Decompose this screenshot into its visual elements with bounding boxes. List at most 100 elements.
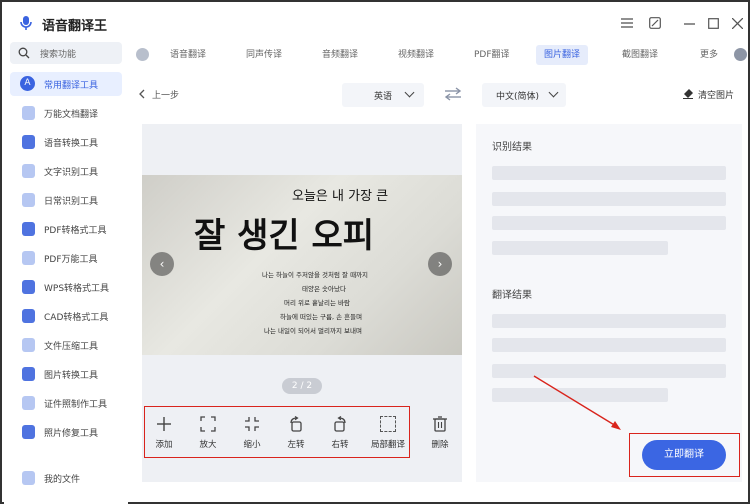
crop-select-icon	[380, 416, 396, 432]
minimize-icon[interactable]	[682, 16, 696, 30]
sidebar-item-my-files[interactable]: 我的文件	[10, 466, 122, 490]
tool-label: 局部翻译	[371, 440, 406, 450]
partial-translate-button[interactable]: 局部翻译	[371, 416, 405, 450]
sidebar: 搜索功能 A 常用翻译工具 万能文档翻译 语音转换工具 文字识别工具 日常识别工…	[4, 40, 128, 504]
source-language-select[interactable]: 英语	[342, 83, 424, 107]
page-indicator: 2 / 2	[282, 378, 322, 394]
handwriting-small-line: 나는 내일이 되어서 멀리까지 보내며	[264, 326, 362, 335]
sidebar-item-voice-conversion[interactable]: 语音转换工具	[10, 130, 122, 154]
sidebar-item-pdf-tools[interactable]: PDF万能工具	[10, 246, 122, 270]
pin-icon[interactable]	[648, 16, 662, 30]
translation-result-title: 翻译结果	[492, 290, 532, 301]
sidebar-item-pdf-convert[interactable]: PDF转格式工具	[10, 217, 122, 241]
previous-image-button[interactable]: ‹	[150, 252, 174, 276]
pdf-icon	[22, 222, 35, 236]
sidebar-item-label: 常用翻译工具	[44, 81, 99, 91]
id-photo-icon	[22, 396, 35, 410]
rotate-right-icon	[334, 416, 346, 432]
sidebar-item-photo-repair[interactable]: 照片修复工具	[10, 420, 122, 444]
tab-video-translation[interactable]: 视频翻译	[390, 45, 442, 65]
translate-now-button[interactable]: 立即翻译	[642, 440, 726, 470]
sidebar-item-label: 语音转换工具	[44, 139, 99, 149]
sidebar-item-label: 证件照制作工具	[44, 400, 108, 410]
placeholder-line	[492, 192, 726, 206]
sidebar-item-label: 万能文档翻译	[44, 110, 99, 120]
tool-label: 放大	[199, 440, 217, 450]
sidebar-item-image-convert[interactable]: 图片转换工具	[10, 362, 122, 386]
sidebar-item-wps-convert[interactable]: WPS转格式工具	[10, 275, 122, 299]
swap-icon[interactable]	[444, 87, 462, 101]
sidebar-item-daily-recognition[interactable]: 日常识别工具	[10, 188, 122, 212]
search-box[interactable]: 搜索功能	[10, 42, 122, 64]
target-language-select[interactable]: 中文(简体)	[482, 83, 566, 107]
chevron-down-icon	[404, 87, 415, 98]
tab-simultaneous[interactable]: 同声传译	[238, 45, 290, 65]
tool-label: 左转	[287, 440, 305, 450]
tab-scroll-left-icon[interactable]	[136, 48, 149, 61]
tab-image-translation[interactable]: 图片翻译	[536, 45, 589, 65]
plus-icon	[157, 417, 171, 431]
sidebar-item-cad-convert[interactable]: CAD转格式工具	[10, 304, 122, 328]
handwriting-small-line: 나는 하늘이 주저않을 것처럼 잘 때까지	[262, 270, 368, 279]
tab-audio-translation[interactable]: 音频翻译	[314, 45, 366, 65]
rotate-left-icon	[290, 416, 302, 432]
result-panel: 识别结果 翻译结果	[476, 124, 742, 482]
handwriting-line-2: 잘 생긴 오피	[194, 216, 374, 256]
chevron-down-icon	[548, 87, 559, 98]
text-scan-icon	[22, 164, 35, 178]
handwriting-line-1: 오늘은 내 가장 큰	[292, 189, 388, 204]
sidebar-item-text-recognition[interactable]: 文字识别工具	[10, 159, 122, 183]
tab-pdf-translation[interactable]: PDF翻译	[466, 45, 518, 65]
tab-voice-translation[interactable]: 语音翻译	[162, 45, 214, 65]
compress-icon	[22, 338, 35, 352]
sidebar-item-common-translation[interactable]: A 常用翻译工具	[10, 72, 122, 96]
folder-icon	[22, 471, 35, 485]
microphone-icon	[20, 16, 32, 30]
voice-icon	[22, 135, 35, 149]
document-icon	[22, 106, 35, 120]
menu-icon[interactable]	[620, 16, 634, 30]
delete-button[interactable]: 删除	[423, 416, 457, 450]
cad-icon	[22, 309, 35, 323]
placeholder-line	[492, 388, 668, 402]
sidebar-item-label: 我的文件	[44, 475, 81, 485]
sidebar-item-label: PDF转格式工具	[44, 226, 107, 236]
handwriting-small-line: 태양은 솟아났다	[302, 284, 346, 293]
target-language-value: 中文(简体)	[496, 92, 540, 102]
tab-more[interactable]: 更多	[700, 45, 718, 65]
source-language-value: 英语	[374, 92, 393, 102]
search-icon	[18, 47, 30, 59]
sidebar-item-id-photo[interactable]: 证件照制作工具	[10, 391, 122, 415]
translate-icon: A	[20, 76, 35, 91]
placeholder-line	[492, 364, 726, 378]
back-arrow-icon[interactable]	[138, 89, 146, 99]
recognition-result-title: 识别结果	[492, 142, 532, 153]
tab-bar: 语音翻译 同声传译 音频翻译 视频翻译 PDF翻译 图片翻译 截图翻译 更多	[132, 44, 748, 66]
zoom-out-button[interactable]: 缩小	[235, 416, 269, 450]
tool-label: 右转	[331, 440, 349, 450]
scan-icon	[22, 193, 35, 207]
sidebar-item-label: 日常识别工具	[44, 197, 99, 207]
maximize-icon[interactable]	[706, 16, 720, 30]
zoom-in-button[interactable]: 放大	[191, 416, 225, 450]
tab-screenshot-translation[interactable]: 截图翻译	[614, 45, 666, 65]
back-link[interactable]: 上一步	[152, 88, 179, 101]
handwriting-image: 오늘은 내 가장 큰 잘 생긴 오피 나는 하늘이 주저않을 것처럼 잘 때까지…	[194, 189, 388, 335]
next-image-button[interactable]: ›	[428, 252, 452, 276]
app-window: 语音翻译王 搜索功能 A 常用翻译工具 万能文档翻译 语音转换工具 文字识别工具…	[0, 0, 750, 504]
clear-images-button[interactable]: 清空图片	[698, 88, 734, 101]
rotate-right-button[interactable]: 右转	[323, 416, 357, 450]
trash-icon	[433, 416, 447, 432]
uploaded-photo: 오늘은 내 가장 큰 잘 생긴 오피 나는 하늘이 주저않을 것처럼 잘 때까지…	[142, 175, 462, 355]
tab-scroll-right-icon[interactable]	[734, 48, 747, 61]
add-image-button[interactable]: 添加	[147, 416, 181, 450]
title-bar: 语音翻译王	[4, 4, 750, 40]
sidebar-item-document-translation[interactable]: 万能文档翻译	[10, 101, 122, 125]
shrink-icon	[245, 417, 259, 431]
close-icon[interactable]	[730, 16, 744, 30]
sidebar-item-file-compress[interactable]: 文件压缩工具	[10, 333, 122, 357]
rotate-left-button[interactable]: 左转	[279, 416, 313, 450]
sidebar-item-label: 文字识别工具	[44, 168, 99, 178]
placeholder-line	[492, 314, 726, 328]
search-placeholder: 搜索功能	[40, 50, 77, 60]
